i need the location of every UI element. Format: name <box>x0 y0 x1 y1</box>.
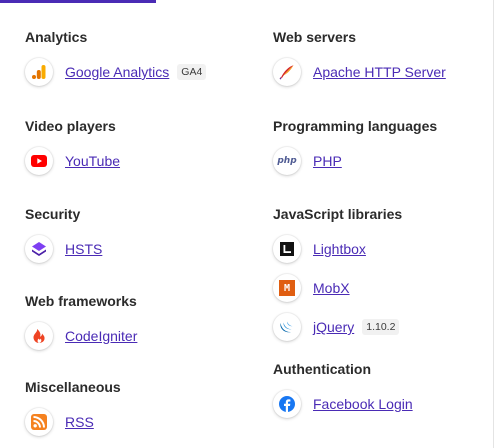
group-security: Security HSTS <box>25 206 240 265</box>
group-title: Miscellaneous <box>25 379 121 395</box>
codeigniter-icon <box>25 322 53 350</box>
rss-icon <box>25 408 53 436</box>
youtube-link[interactable]: YouTube <box>65 153 120 169</box>
php-icon-text: php <box>277 156 297 166</box>
group-programming-languages: Programming languages php PHP <box>273 118 488 177</box>
group-title: Programming languages <box>273 118 438 134</box>
lightbox-icon <box>273 235 301 263</box>
jquery-icon <box>273 313 301 341</box>
active-tab-indicator <box>0 0 156 3</box>
technology-item: CodeIgniter <box>25 320 240 352</box>
technology-item: php PHP <box>273 145 488 177</box>
php-icon: php <box>273 147 301 175</box>
group-video-players: Video players YouTube <box>25 118 240 177</box>
mobx-link[interactable]: MobX <box>313 280 350 296</box>
technology-item: RSS <box>25 406 240 438</box>
apache-http-server-link[interactable]: Apache HTTP Server <box>313 64 446 80</box>
technology-item: Facebook Login <box>273 388 488 420</box>
rss-link[interactable]: RSS <box>65 414 94 430</box>
group-web-servers: Web servers Apache HTTP Server <box>273 29 488 88</box>
group-miscellaneous: Miscellaneous RSS <box>25 379 240 438</box>
right-column: Web servers Apache HTTP Server Programmi… <box>273 29 488 420</box>
left-column: Analytics Google Analytics GA4 Video pla… <box>25 29 240 438</box>
version-badge: GA4 <box>177 64 207 80</box>
mobx-icon: M <box>273 274 301 302</box>
codeigniter-link[interactable]: CodeIgniter <box>65 328 137 344</box>
google-analytics-icon <box>25 58 53 86</box>
technology-item: Apache HTTP Server <box>273 56 488 88</box>
version-badge: 1.10.2 <box>362 319 400 335</box>
technology-item: M MobX <box>273 272 488 304</box>
technology-item: YouTube <box>25 145 240 177</box>
hsts-link[interactable]: HSTS <box>65 241 102 257</box>
group-title: Video players <box>25 118 116 134</box>
group-title: Web servers <box>273 29 357 45</box>
technology-item: Lightbox <box>273 233 488 265</box>
technology-item: HSTS <box>25 233 240 265</box>
group-title: Authentication <box>273 361 371 377</box>
group-javascript-libraries: JavaScript libraries Lightbox M MobX jQu… <box>273 206 488 343</box>
group-title: Web frameworks <box>25 293 137 309</box>
mobx-icon-text: M <box>279 280 295 296</box>
php-link[interactable]: PHP <box>313 153 342 169</box>
group-title: JavaScript libraries <box>273 206 403 222</box>
group-authentication: Authentication Facebook Login <box>273 361 488 420</box>
technology-item: Google Analytics GA4 <box>25 56 240 88</box>
group-title: Analytics <box>25 29 88 45</box>
jquery-link[interactable]: jQuery <box>313 319 354 335</box>
group-title: Security <box>25 206 81 222</box>
youtube-icon <box>25 147 53 175</box>
lightbox-link[interactable]: Lightbox <box>313 241 366 257</box>
google-analytics-link[interactable]: Google Analytics <box>65 64 169 80</box>
technology-item: jQuery 1.10.2 <box>273 311 488 343</box>
apache-feather-icon <box>273 58 301 86</box>
hsts-icon <box>25 235 53 263</box>
group-web-frameworks: Web frameworks CodeIgniter <box>25 293 240 352</box>
facebook-login-link[interactable]: Facebook Login <box>313 396 413 412</box>
group-analytics: Analytics Google Analytics GA4 <box>25 29 240 88</box>
facebook-icon <box>273 390 301 418</box>
